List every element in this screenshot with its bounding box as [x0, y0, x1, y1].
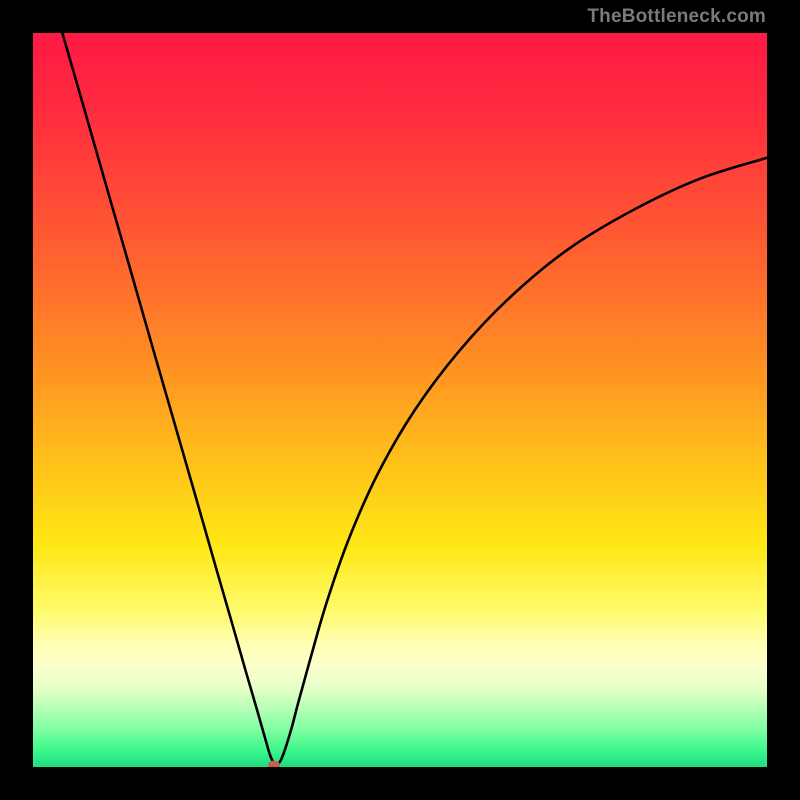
- curve-path: [62, 33, 767, 764]
- plot-area: [33, 33, 767, 767]
- minimum-marker: [268, 760, 280, 767]
- bottleneck-curve: [33, 33, 767, 767]
- chart-container: TheBottleneck.com: [0, 0, 800, 800]
- watermark-text: TheBottleneck.com: [587, 6, 766, 28]
